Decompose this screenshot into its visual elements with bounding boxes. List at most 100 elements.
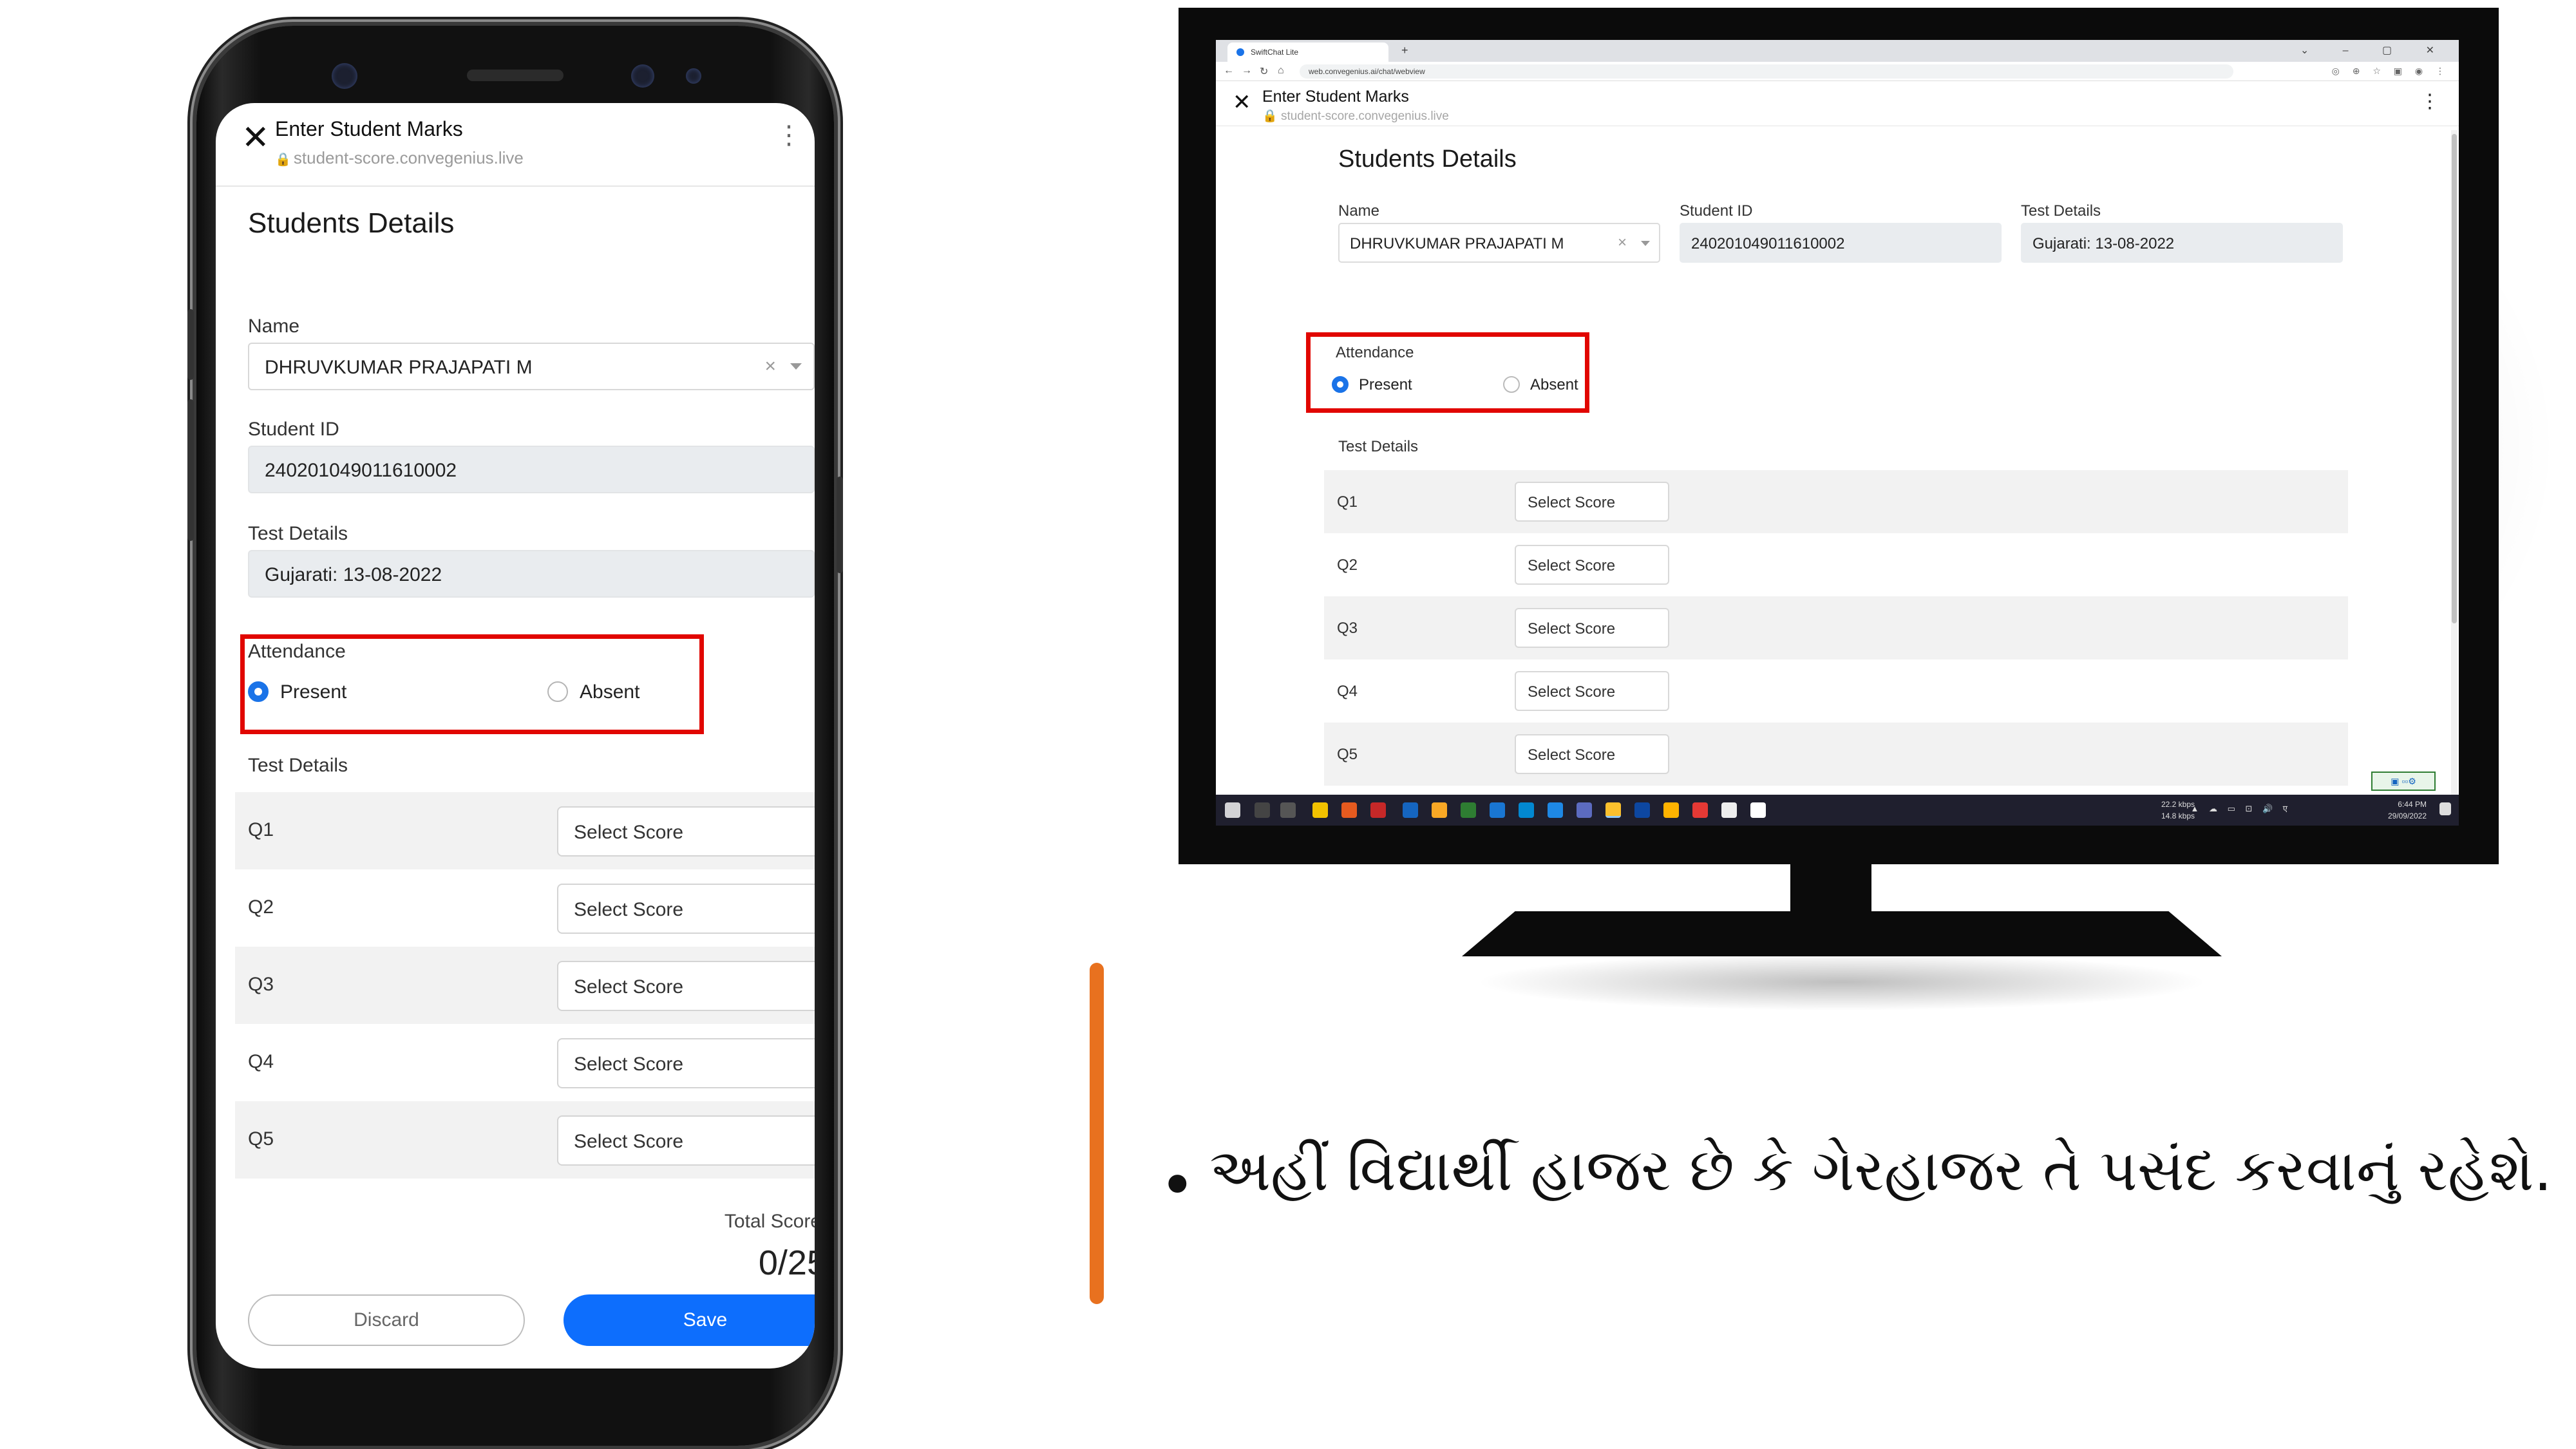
question-row: Q5 Select Score bbox=[1324, 723, 2348, 786]
webview-title: Enter Student Marks bbox=[1262, 88, 1409, 106]
score-select[interactable]: Select Score bbox=[1515, 671, 1669, 711]
score-select[interactable]: Select Score bbox=[557, 1038, 815, 1088]
webview-url-text: student-score.convegenius.live bbox=[1280, 109, 1449, 123]
radio-present-label: Present bbox=[280, 681, 347, 703]
app-icon[interactable] bbox=[1750, 802, 1766, 818]
folder-icon[interactable] bbox=[1432, 802, 1447, 818]
chrome-icon[interactable] bbox=[1605, 802, 1621, 818]
home-icon[interactable]: ⌂ bbox=[1278, 65, 1284, 77]
app-icon[interactable] bbox=[1634, 802, 1650, 818]
discard-button[interactable]: Discard bbox=[248, 1294, 525, 1346]
score-select[interactable]: Select Score bbox=[557, 806, 815, 857]
new-tab-icon[interactable]: + bbox=[1401, 44, 1408, 57]
task-view-icon[interactable] bbox=[1280, 802, 1296, 818]
question-row: Q1 Select Score bbox=[1324, 470, 2348, 533]
webview-url: 🔒 student-score.convegenius.live bbox=[275, 148, 524, 168]
search-icon[interactable] bbox=[1255, 802, 1270, 818]
radio-present[interactable] bbox=[248, 681, 269, 702]
score-select[interactable]: Select Score bbox=[1515, 734, 1669, 774]
score-select[interactable]: Select Score bbox=[557, 961, 815, 1011]
phone-sensor-small bbox=[686, 68, 701, 84]
firefox-icon[interactable] bbox=[1341, 802, 1357, 818]
window-controls[interactable]: ⌄ – ▢ ✕ bbox=[2300, 44, 2450, 57]
tab-favicon-icon bbox=[1236, 48, 1244, 56]
question-row: Q5 Select Score bbox=[235, 1101, 815, 1179]
radio-present[interactable] bbox=[1332, 376, 1349, 393]
forward-icon[interactable]: → bbox=[1242, 65, 1252, 77]
kebab-menu-icon[interactable]: ⋮ bbox=[776, 122, 802, 148]
network-speed: 22.2 kbps 14.8 kbps bbox=[2161, 799, 2195, 822]
lock-icon: 🔒 bbox=[275, 153, 291, 167]
name-value: DHRUVKUMAR PRAJAPATI M bbox=[1350, 235, 1564, 252]
question-label: Q5 bbox=[248, 1128, 274, 1150]
notification-icon[interactable] bbox=[2439, 802, 2451, 815]
question-row: Q3 Select Score bbox=[1324, 596, 2348, 659]
store-icon[interactable] bbox=[1403, 802, 1418, 818]
word-icon[interactable] bbox=[1490, 802, 1505, 818]
bullet-icon: • bbox=[1159, 1150, 1196, 1222]
system-tray-icons[interactable]: ▲ ☁ ▭ ⊡ 🔊 ए bbox=[2191, 802, 2291, 814]
clear-icon[interactable]: × bbox=[1618, 234, 1627, 252]
score-select[interactable]: Select Score bbox=[1515, 545, 1669, 585]
kebab-menu-icon[interactable]: ⋮ bbox=[2420, 90, 2439, 113]
clock[interactable]: 6:44 PM 29/09/2022 bbox=[2388, 799, 2427, 822]
close-icon[interactable]: ✕ bbox=[242, 121, 270, 155]
score-select[interactable]: Select Score bbox=[557, 1115, 815, 1166]
question-label: Q1 bbox=[248, 819, 274, 840]
save-button[interactable]: Save bbox=[564, 1294, 815, 1346]
question-label: Q3 bbox=[1337, 620, 1358, 637]
scrollbar-thumb[interactable] bbox=[2452, 134, 2457, 623]
webview-header: ✕ Enter Student Marks 🔒 student-score.con… bbox=[216, 103, 815, 187]
browser-tab-title: SwiftChat Lite bbox=[1251, 48, 1299, 57]
phone-screen: ✕ Enter Student Marks 🔒 student-score.con… bbox=[216, 103, 815, 1368]
powerbi-icon[interactable] bbox=[1663, 802, 1679, 818]
excel-icon[interactable] bbox=[1461, 802, 1476, 818]
chevron-down-icon[interactable] bbox=[1641, 241, 1650, 246]
browser-tab[interactable]: SwiftChat Lite bbox=[1227, 43, 1388, 62]
section-heading: Students Details bbox=[248, 207, 455, 239]
app-icon[interactable] bbox=[1692, 802, 1708, 818]
clock-date: 29/09/2022 bbox=[2387, 811, 2427, 820]
webview-url: 🔒 student-score.convegenius.live bbox=[1262, 108, 1449, 124]
extension-icons[interactable]: ◎ ⊕ ☆ ▣ ◉ ⋮ bbox=[2332, 66, 2450, 77]
net-down: 14.8 kbps bbox=[2161, 811, 2195, 820]
radio-absent-label: Absent bbox=[580, 681, 640, 703]
question-label: Q4 bbox=[1337, 683, 1358, 700]
teams-icon[interactable] bbox=[1577, 802, 1592, 818]
test-details-value: Gujarati: 13-08-2022 bbox=[265, 564, 442, 585]
edge-icon[interactable] bbox=[1519, 802, 1534, 818]
close-icon[interactable]: ✕ bbox=[1233, 91, 1251, 113]
test-details-section-label: Test Details bbox=[248, 755, 348, 776]
floating-widget-icon[interactable]: ▣ ▫▫⚙ bbox=[2371, 772, 2436, 791]
name-select[interactable]: DHRUVKUMAR PRAJAPATI M × bbox=[1338, 223, 1660, 263]
back-icon[interactable]: ← bbox=[1224, 65, 1234, 77]
lock-icon: 🔒 bbox=[1262, 109, 1278, 123]
radio-absent[interactable] bbox=[547, 681, 568, 702]
clear-icon[interactable]: × bbox=[764, 355, 776, 377]
question-row: Q4 Select Score bbox=[1324, 659, 2348, 723]
question-row: Q2 Select Score bbox=[1324, 533, 2348, 596]
phone-speaker bbox=[467, 70, 564, 81]
file-explorer-icon[interactable] bbox=[1312, 802, 1328, 818]
mail-icon[interactable] bbox=[1548, 802, 1563, 818]
start-icon[interactable] bbox=[1225, 802, 1240, 818]
divider-line bbox=[1090, 963, 1104, 1304]
phone-mockup: ✕ Enter Student Marks 🔒 student-score.con… bbox=[187, 26, 843, 1446]
monitor-base-shadow bbox=[1475, 953, 2209, 1011]
reload-icon[interactable]: ↻ bbox=[1260, 65, 1268, 78]
app-icon[interactable] bbox=[1721, 802, 1737, 818]
app-icon[interactable] bbox=[1370, 802, 1386, 818]
chevron-down-icon[interactable] bbox=[790, 363, 802, 370]
score-select[interactable]: Select Score bbox=[1515, 482, 1669, 522]
windows-taskbar: ▲ ☁ ▭ ⊡ 🔊 ए 22.2 kbps 14.8 kbps 6:44 PM 29… bbox=[1216, 795, 2459, 826]
address-bar[interactable]: web.convegenius.ai/chat/webview bbox=[1300, 64, 2233, 79]
radio-absent[interactable] bbox=[1503, 376, 1520, 393]
scrollbar[interactable] bbox=[2451, 130, 2458, 826]
score-select[interactable]: Select Score bbox=[557, 884, 815, 934]
browser-tab-strip: SwiftChat Lite + ⌄ – ▢ ✕ bbox=[1216, 40, 2459, 62]
phone-front-camera bbox=[332, 63, 357, 89]
name-select[interactable]: DHRUVKUMAR PRAJAPATI M × bbox=[248, 343, 815, 390]
browser-toolbar: ← → ↻ ⌂ web.convegenius.ai/chat/webview … bbox=[1216, 62, 2459, 81]
student-id-value: 240201049011610002 bbox=[265, 460, 457, 481]
score-select[interactable]: Select Score bbox=[1515, 608, 1669, 648]
